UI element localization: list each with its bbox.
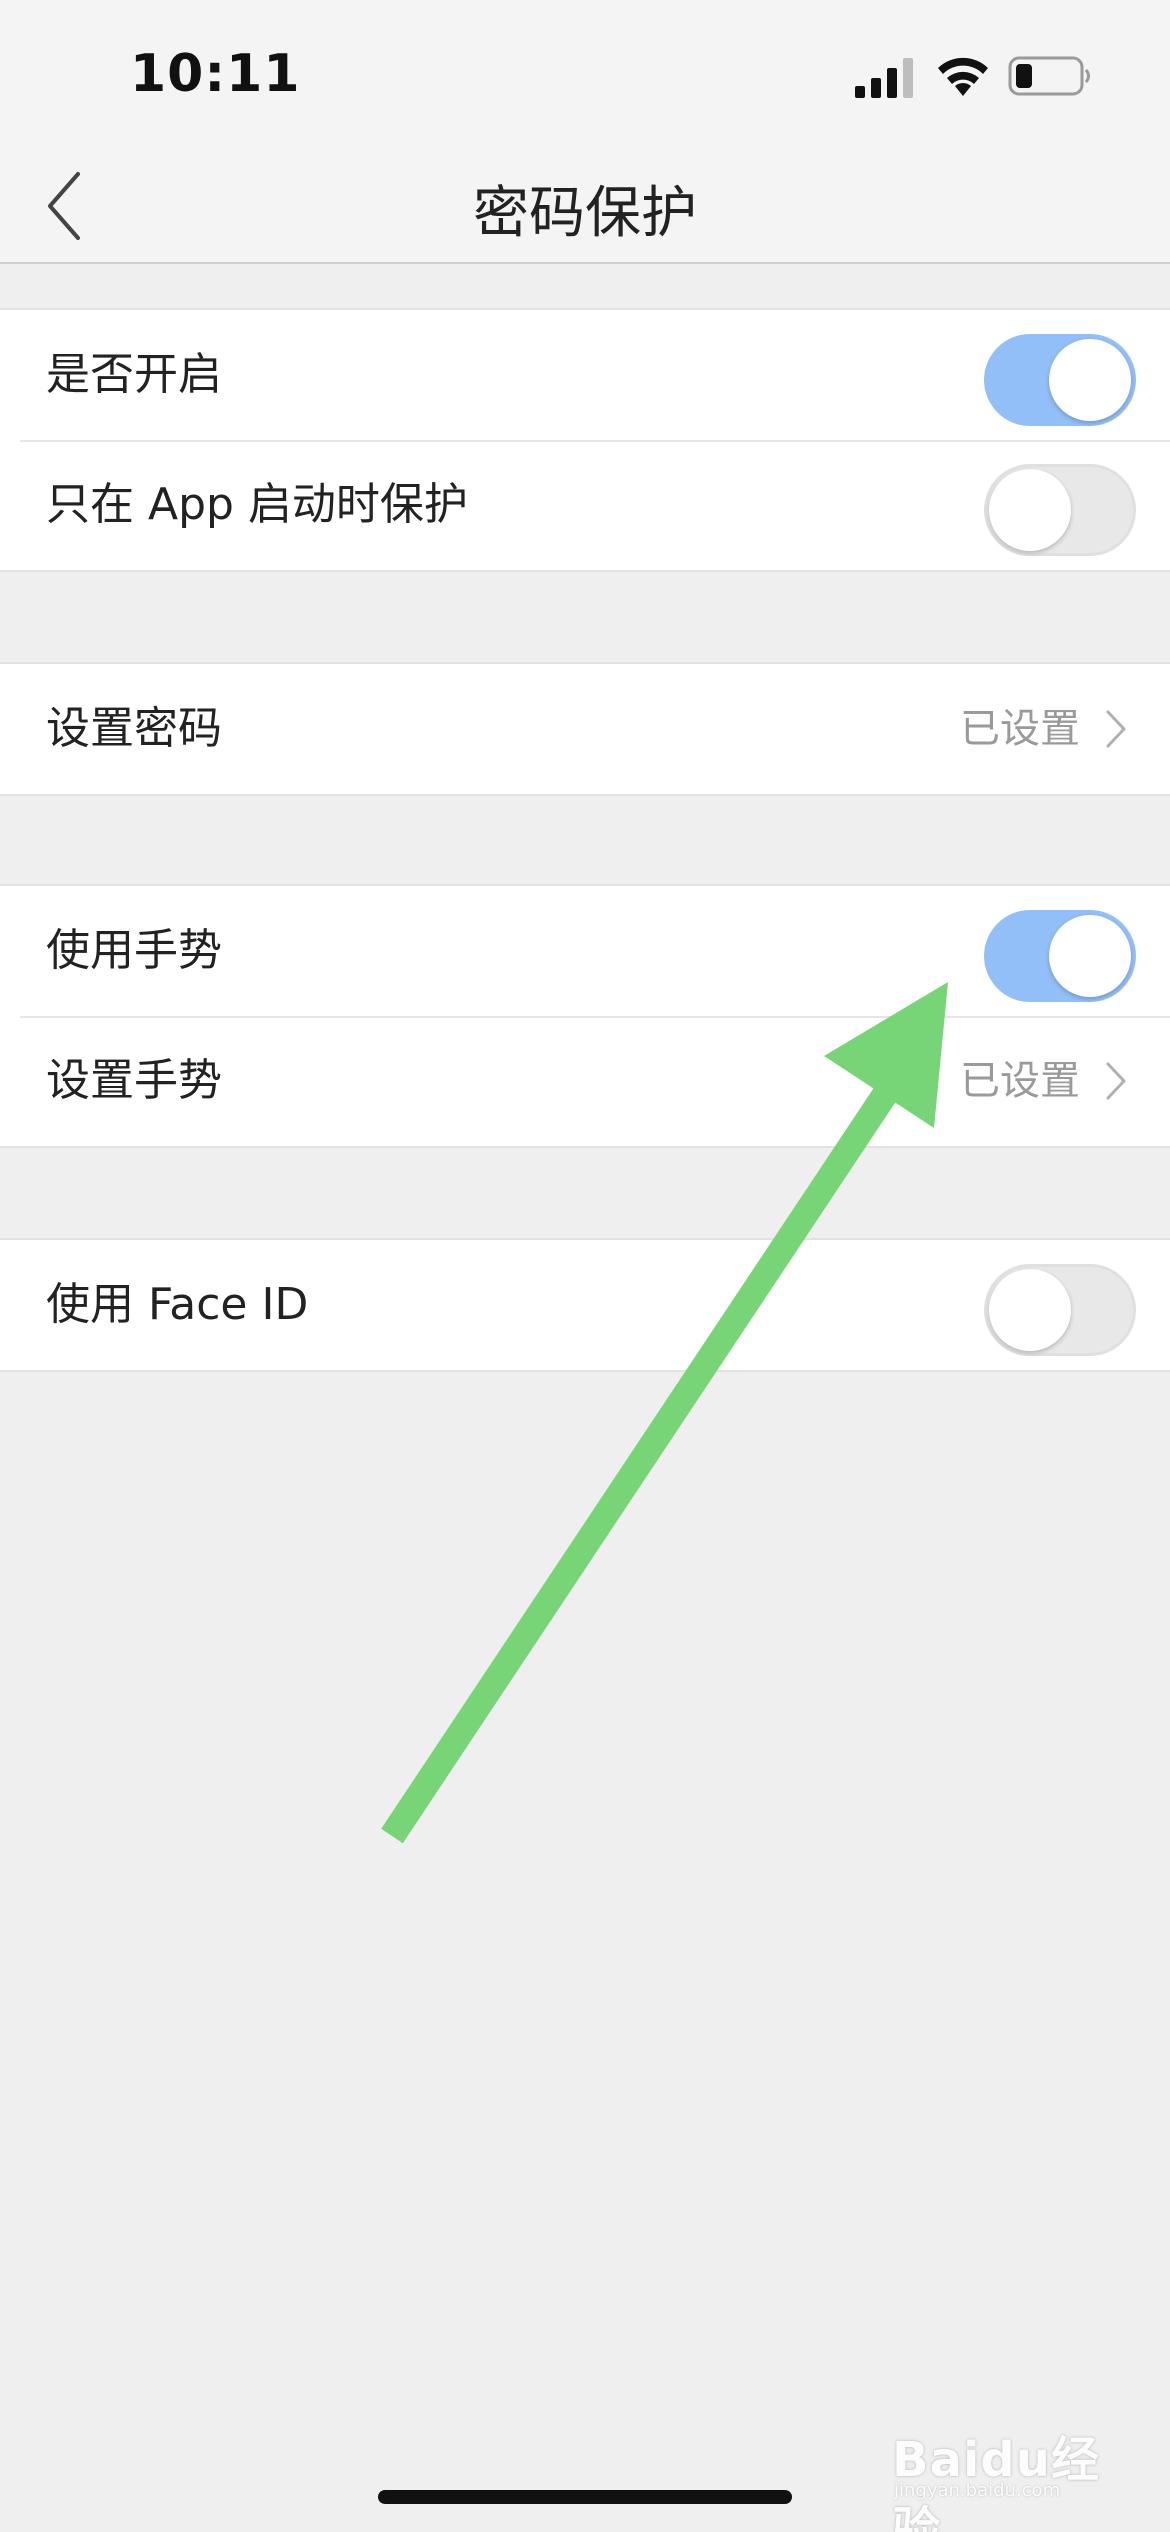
setting-row-use-face-id: 使用 Face ID (0, 1240, 1170, 1370)
annotation-arrow-shaft (381, 1082, 899, 1844)
setting-label: 是否开启 (46, 349, 222, 400)
setting-label: 使用 Face ID (46, 1279, 309, 1330)
use-face-id-toggle[interactable] (984, 1264, 1136, 1356)
watermark-subtext: jingyan.baidu.com (894, 2480, 1061, 2501)
setting-label: 只在 App 启动时保护 (46, 479, 468, 530)
settings-group-password: 设置密码 已设置 (0, 662, 1170, 796)
setting-label: 设置密码 (46, 703, 222, 754)
nav-bar: 密码保护 (0, 150, 1170, 264)
setting-value: 已设置 (960, 1058, 1080, 1104)
wifi-icon (938, 57, 988, 96)
toggle-knob (1049, 339, 1131, 421)
status-time: 10:11 (130, 44, 301, 104)
settings-group-protection: 是否开启 只在 App 启动时保护 (0, 308, 1170, 572)
toggle-knob (989, 469, 1071, 551)
setting-row-enable: 是否开启 (0, 310, 1170, 440)
setting-row-use-gesture: 使用手势 (0, 886, 1170, 1016)
watermark-text: Baidu经验 (892, 2432, 1100, 2532)
setting-row-app-launch-only: 只在 App 启动时保护 (0, 440, 1170, 570)
setting-row-set-gesture[interactable]: 设置手势 已设置 (0, 1016, 1170, 1146)
setting-label: 使用手势 (46, 925, 222, 976)
settings-group-gesture: 使用手势 设置手势 已设置 (0, 884, 1170, 1148)
toggle-knob (1049, 915, 1131, 997)
chevron-right-icon (1106, 1062, 1126, 1100)
page-title: 密码保护 (473, 181, 697, 246)
screen: 10:11 密码保护 是否开启 只在 App 启动时保护 设置密码 已设置 使用… (0, 0, 1170, 2532)
baidu-watermark: Baidu经验 jingyan.baidu.com (892, 2420, 1112, 2532)
signal-icon (855, 58, 913, 98)
setting-label: 设置手势 (46, 1055, 222, 1106)
app-launch-only-toggle[interactable] (984, 464, 1136, 556)
settings-group-face-id: 使用 Face ID (0, 1238, 1170, 1372)
use-gesture-toggle[interactable] (984, 910, 1136, 1002)
battery-icon (1008, 56, 1090, 96)
enable-protection-toggle[interactable] (984, 334, 1136, 426)
home-indicator[interactable] (378, 2490, 792, 2504)
setting-value: 已设置 (960, 706, 1080, 752)
toggle-knob (989, 1269, 1071, 1351)
setting-row-set-password[interactable]: 设置密码 已设置 (0, 664, 1170, 794)
chevron-right-icon (1106, 710, 1126, 748)
status-bar: 10:11 (0, 0, 1170, 150)
